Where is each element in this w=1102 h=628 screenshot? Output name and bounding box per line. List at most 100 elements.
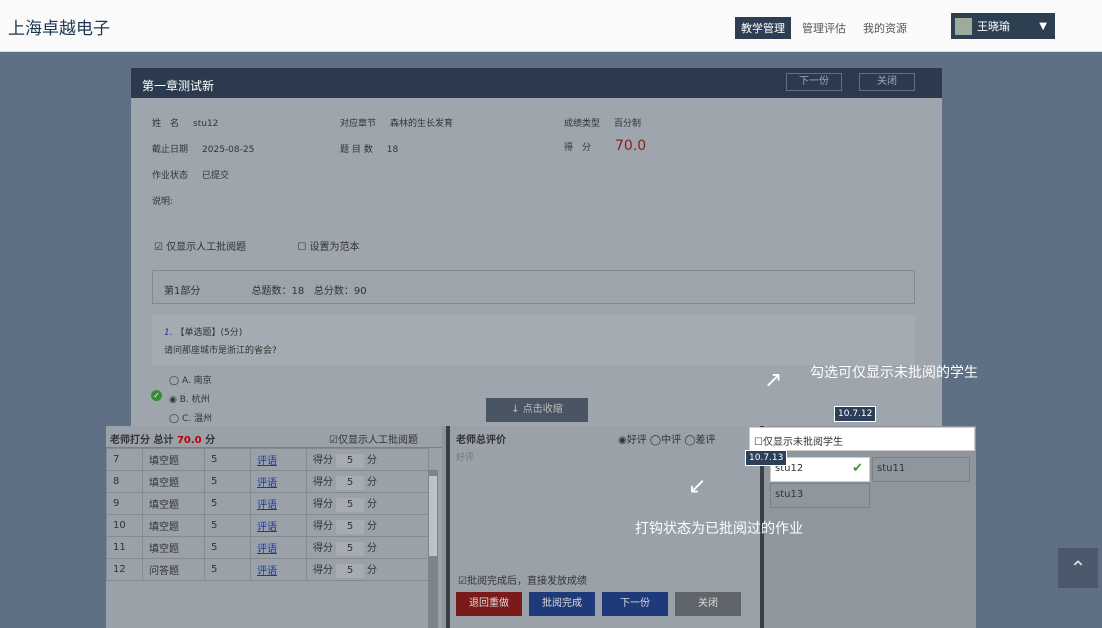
top-header: 上海卓越电子 教学管理 管理评估 我的资源 王晓瑜 ▼ (0, 0, 1102, 52)
score-cell: 得分 5 分 (306, 470, 429, 493)
checkmark-icon: ✔ (852, 461, 863, 476)
manual-only-checkbox[interactable]: ☑ 仅显示人工批阅题 (154, 242, 270, 253)
comment-textarea[interactable]: 好评 (456, 450, 474, 463)
answer-options: ✓ ◯ A. 南京 ◉ B. 杭州 ◯ C. 温州 (151, 373, 212, 430)
score-input[interactable]: 5 (336, 542, 364, 556)
score-table: 7 填空题 5 评语 得分 5 分 8 填空题 5 评语 得分 5 分 9 填空题 5 评语 得分 5 分 10 填空题 5 评… (106, 448, 429, 581)
rating-radios: ◉好评 ◯中评 ◯差评 (618, 431, 716, 446)
manual-only-label: 仅显示人工批阅题 (166, 242, 247, 253)
only-unread-label: 仅显示未批阅学生 (762, 437, 843, 448)
display-options: ☑ 仅显示人工批阅题 ☐ 设置为范本 (154, 238, 408, 253)
close-panel-button[interactable]: 关闭 (675, 592, 741, 616)
return-redo-button[interactable]: 退回重做 (456, 592, 522, 616)
total-value: 70.0 (176, 435, 202, 446)
status-value: 已提交 (202, 171, 230, 181)
set-template-checkbox[interactable]: ☐ 设置为范本 (297, 242, 383, 253)
answer-option: ◯ C. 温州 (169, 414, 212, 424)
correct-check-icon: ✓ (151, 390, 162, 401)
grading-done-button[interactable]: 批阅完成 (529, 592, 595, 616)
table-row: 9 填空题 5 评语 得分 5 分 (106, 492, 429, 515)
score-unit: 分 (367, 521, 377, 532)
arrow-icon: ↗ (764, 368, 783, 393)
comment-title: 老师总评价 (456, 435, 506, 446)
next-copy-button[interactable]: 下一份 (602, 592, 668, 616)
collapse-button[interactable]: ↓ 点击收缩 (486, 398, 588, 422)
radio-mid[interactable]: ◯中评 (650, 435, 681, 446)
comment-link[interactable]: 评语 (250, 536, 307, 559)
nav-evaluation[interactable]: 管理评估 (796, 17, 852, 39)
student-item[interactable]: stu13 (770, 483, 870, 508)
score-label: 得分 (313, 499, 333, 510)
total-unit: 分 (205, 435, 216, 446)
part-total-score: 总分数：90 (313, 286, 367, 297)
question-type: 【单选题】(5分) (175, 328, 243, 338)
nav-resources[interactable]: 我的资源 (857, 17, 913, 39)
radio-bad-label: 差评 (695, 435, 716, 446)
score-cell: 得分 5 分 (306, 492, 429, 515)
deadline-value: 2025-08-25 (202, 145, 255, 155)
score-input[interactable]: 5 (336, 454, 364, 468)
score-value: 70.0 (615, 138, 647, 154)
answer-c: C. 温州 (181, 414, 212, 424)
name-value: stu12 (193, 119, 219, 129)
answer-a: A. 南京 (181, 376, 212, 386)
comment-link[interactable]: 评语 (250, 514, 307, 537)
question-number: 1. (164, 328, 173, 338)
publish-label: 批阅完成后，直接发放成绩 (466, 576, 587, 587)
user-name: 王晓瑜 (977, 20, 1010, 33)
radio-good[interactable]: ◉好评 (618, 435, 647, 446)
row-number: 12 (106, 558, 143, 581)
avatar (955, 17, 972, 35)
question-block: 1. 【单选题】(5分) 请问那座城市是浙江的省会? (152, 315, 915, 365)
manual-only-checkbox-2[interactable]: ☑仅显示人工批阅题 (329, 431, 418, 446)
qcount-value: 18 (386, 145, 399, 155)
comment-header: 老师总评价 ◉好评 ◯中评 ◯差评 (450, 426, 760, 448)
score-input[interactable]: 5 (336, 476, 364, 490)
score-label: 得分 (313, 565, 333, 576)
score-input[interactable]: 5 (336, 498, 364, 512)
chevron-down-icon: ▼ (1039, 20, 1047, 32)
close-button[interactable]: 关闭 (859, 73, 915, 91)
score-label: 得分 (313, 543, 333, 554)
action-buttons: 退回重做 批阅完成 下一份 关闭 (456, 592, 741, 616)
annotation-unread: 勾选可仅显示未批阅的学生 (810, 365, 978, 381)
next-button[interactable]: 下一份 (786, 73, 842, 91)
user-menu[interactable]: 王晓瑜 ▼ (951, 13, 1055, 39)
student-name: stu11 (877, 463, 906, 474)
scrollbar-thumb[interactable] (429, 476, 437, 556)
manual-only-label-2: 仅显示人工批阅题 (337, 435, 418, 446)
publish-checkbox[interactable]: ☑批阅完成后，直接发放成绩 (458, 572, 587, 587)
row-number: 10 (106, 514, 143, 537)
student-name: stu13 (775, 489, 804, 500)
card-title: 第一章测试新 (142, 79, 215, 93)
radio-bad[interactable]: ◯差评 (684, 435, 715, 446)
comment-link[interactable]: 评语 (250, 558, 307, 581)
score-input[interactable]: 5 (336, 520, 364, 534)
part-name: 第1部分 (164, 286, 201, 297)
only-unread-checkbox[interactable]: ☐仅显示未批阅学生 (749, 427, 975, 451)
back-to-top-button[interactable]: ⌃ (1058, 548, 1098, 588)
set-template-label: 设置为范本 (309, 242, 360, 253)
score-unit: 分 (367, 543, 377, 554)
row-type: 问答题 (142, 558, 205, 581)
note-label: 说明: (152, 197, 174, 207)
score-cell: 得分 5 分 (306, 514, 429, 537)
comment-link[interactable]: 评语 (250, 470, 307, 493)
score-unit: 分 (367, 565, 377, 576)
student-item[interactable]: stu11 (872, 457, 970, 482)
deadline-label: 截止日期 (152, 145, 189, 155)
comment-link[interactable]: 评语 (250, 448, 307, 471)
score-input[interactable]: 5 (336, 564, 364, 578)
answer-option: ◉ B. 杭州 (169, 395, 210, 405)
name-label: 姓 名 (152, 119, 180, 129)
table-scrollbar[interactable] (428, 470, 438, 628)
score-panel-title: 老师打分 (110, 435, 150, 446)
row-points: 5 (204, 470, 251, 493)
nav-teaching[interactable]: 教学管理 (735, 17, 791, 39)
row-points: 5 (204, 558, 251, 581)
table-row: 10 填空题 5 评语 得分 5 分 (106, 514, 429, 537)
grade-type-label: 成绩类型 (564, 119, 601, 129)
row-type: 填空题 (142, 492, 205, 515)
part-total-q: 总题数：18 (251, 286, 305, 297)
comment-link[interactable]: 评语 (250, 492, 307, 515)
